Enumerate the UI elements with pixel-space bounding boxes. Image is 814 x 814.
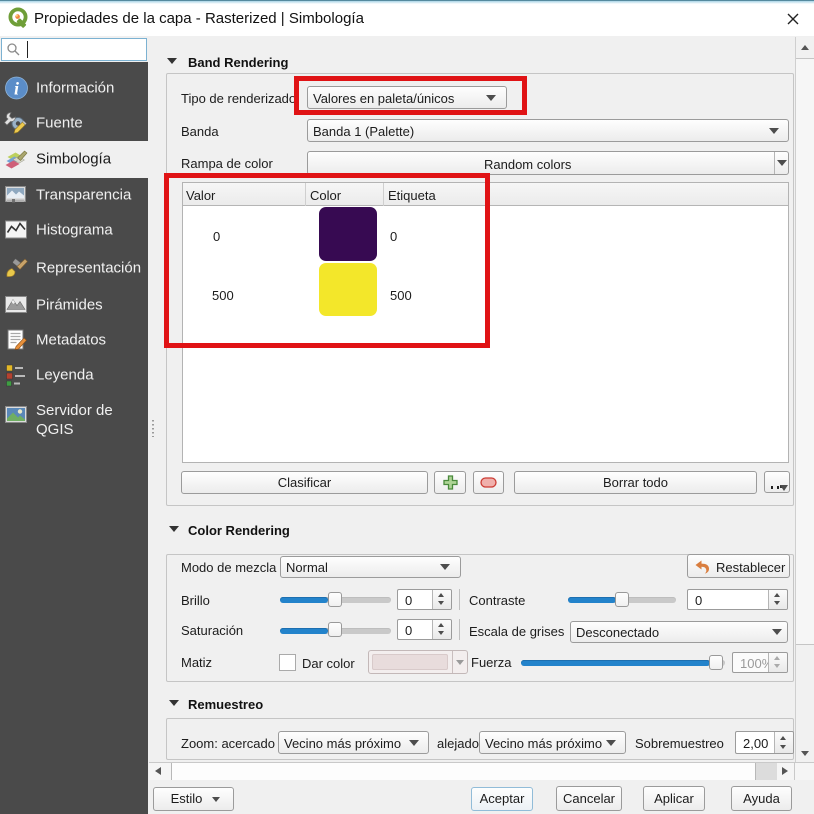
svg-text:i: i [14,78,19,98]
